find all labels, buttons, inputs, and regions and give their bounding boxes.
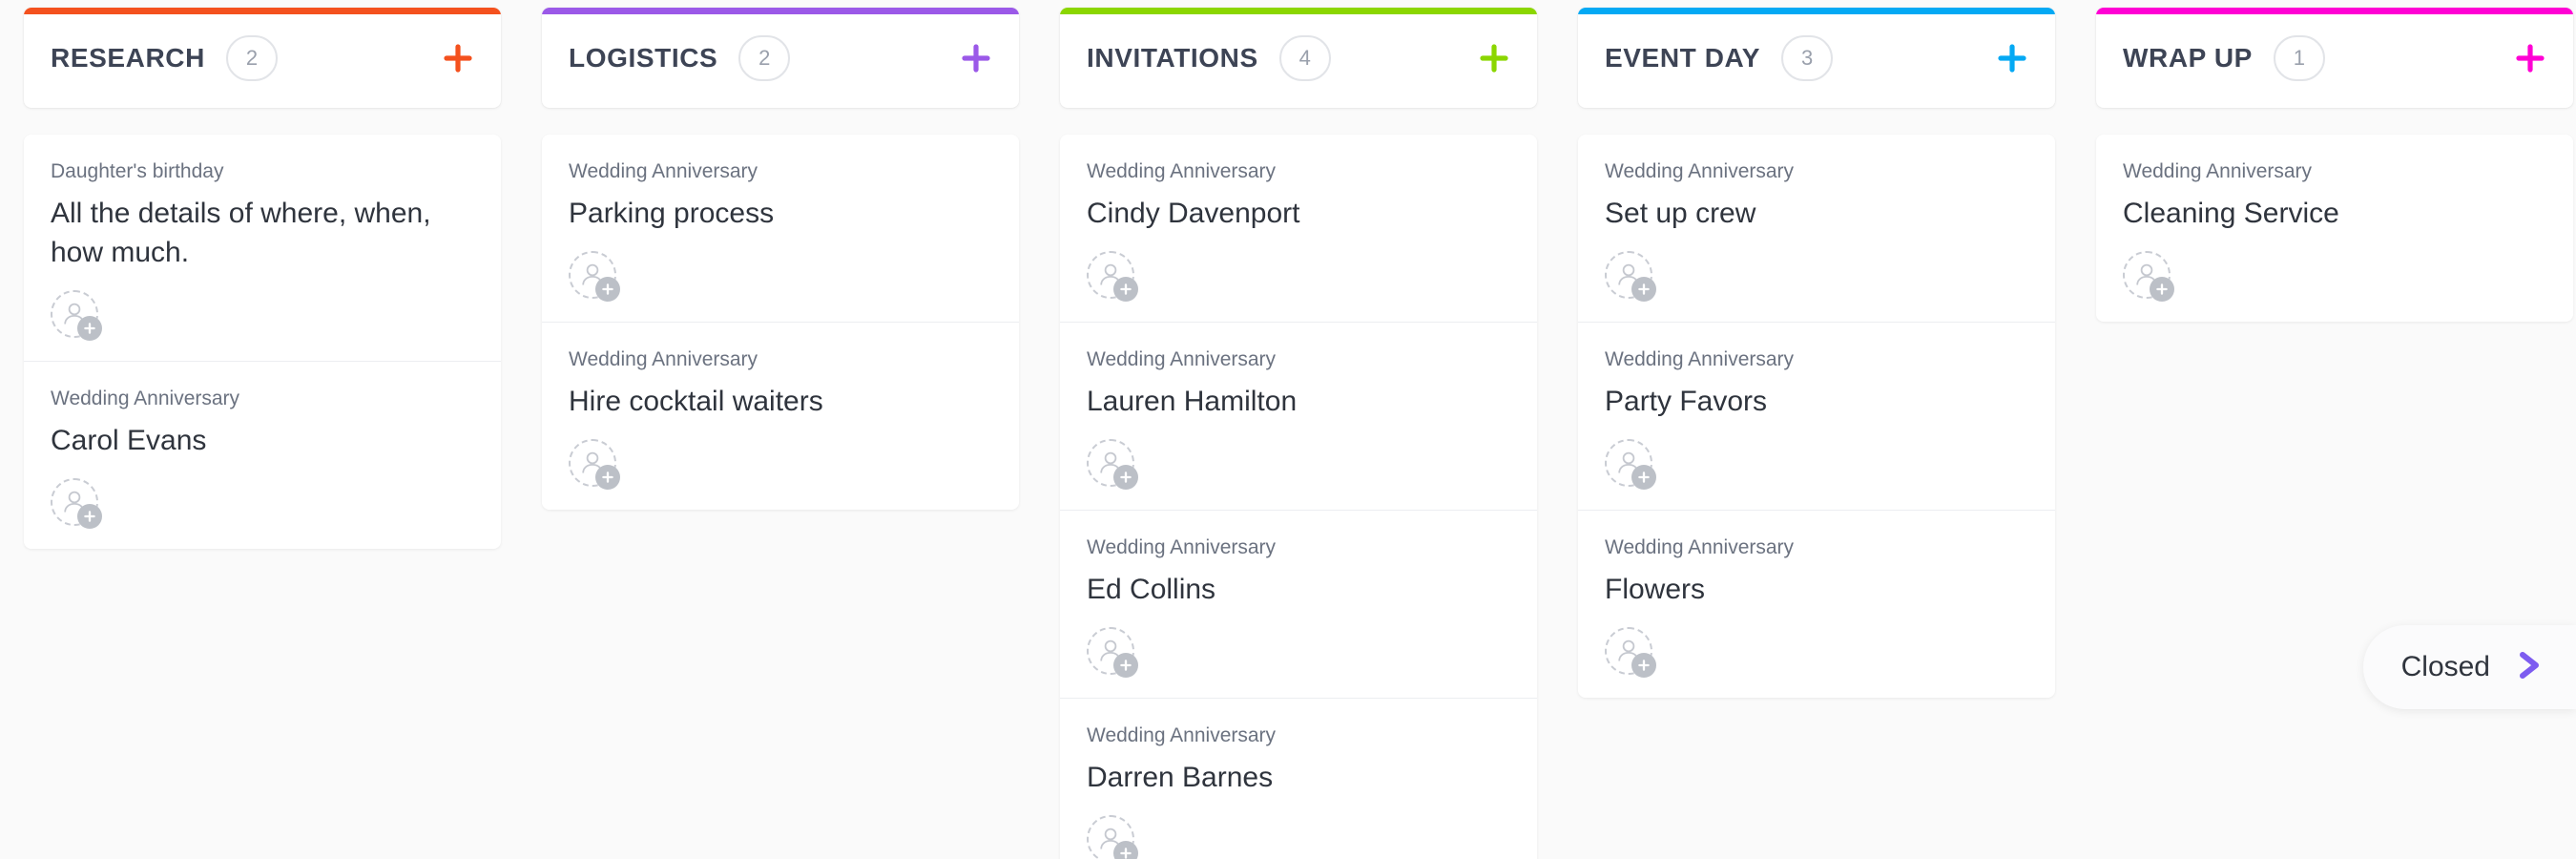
card-title: Cindy Davenport <box>1087 198 1300 230</box>
card-title: Lauren Hamilton <box>1087 386 1298 418</box>
card-title: All the details of where, when, how much… <box>51 198 431 269</box>
card-project-label: Wedding Anniversary <box>569 348 758 371</box>
card-title: Hire cocktail waiters <box>569 386 823 418</box>
closed-panel-toggle[interactable]: Closed <box>2362 625 2576 709</box>
column-accent-bar <box>2096 8 2573 14</box>
avatar-plus-badge[interactable] <box>1631 277 1656 303</box>
column-header: INVITATIONS 4 <box>1060 8 1537 108</box>
kanban-column: EVENT DAY 3 Wedding Anniversary Set up c… <box>1578 8 2055 699</box>
add-card-button[interactable] <box>1478 42 1510 74</box>
card-project-label: Wedding Anniversary <box>51 387 240 409</box>
column-card-count: 3 <box>1781 34 1834 81</box>
kanban-column: INVITATIONS 4 Wedding Anniversary Cindy … <box>1060 8 1537 859</box>
card-project-label: Wedding Anniversary <box>1087 724 1277 747</box>
avatar-plus-badge[interactable] <box>595 277 620 303</box>
card-stack: Wedding Anniversary Cindy Davenport Wedd… <box>1060 135 1537 859</box>
add-assignee-icon[interactable] <box>51 289 102 341</box>
column-title: LOGISTICS <box>569 42 718 73</box>
kanban-card[interactable]: Wedding Anniversary Lauren Hamilton <box>1060 323 1537 512</box>
add-assignee-icon[interactable] <box>1605 251 1656 303</box>
column-accent-bar <box>24 8 501 14</box>
column-header: WRAP UP 1 <box>2096 8 2573 108</box>
card-title: Ed Collins <box>1087 574 1216 606</box>
kanban-card[interactable]: Daughter's birthday All the details of w… <box>24 135 501 362</box>
card-project-label: Wedding Anniversary <box>1087 348 1277 371</box>
column-card-count: 2 <box>738 34 791 81</box>
card-project-label: Wedding Anniversary <box>1087 536 1277 559</box>
add-assignee-icon[interactable] <box>1605 439 1656 491</box>
add-card-button[interactable] <box>960 42 992 74</box>
avatar-plus-badge[interactable] <box>77 503 102 529</box>
avatar-plus-badge[interactable] <box>1113 841 1138 859</box>
add-card-button[interactable] <box>442 42 474 74</box>
add-assignee-icon[interactable] <box>1605 627 1656 679</box>
column-card-count: 1 <box>2273 34 2325 81</box>
card-stack: Daughter's birthday All the details of w… <box>24 135 501 549</box>
column-card-count: 4 <box>1278 34 1331 81</box>
add-assignee-icon[interactable] <box>569 251 620 303</box>
add-assignee-icon[interactable] <box>1087 815 1138 859</box>
kanban-column: RESEARCH 2 Daughter's birthday All the d… <box>24 8 501 549</box>
kanban-column: WRAP UP 1 Wedding Anniversary Cleaning S… <box>2096 8 2573 323</box>
card-stack: Wedding Anniversary Cleaning Service <box>2096 135 2573 323</box>
closed-panel-label: Closed <box>2400 651 2490 682</box>
kanban-card[interactable]: Wedding Anniversary Set up crew <box>1578 135 2055 324</box>
kanban-card[interactable]: Wedding Anniversary Flowers <box>1578 511 2055 699</box>
card-project-label: Wedding Anniversary <box>569 160 758 182</box>
add-assignee-icon[interactable] <box>2123 251 2174 303</box>
avatar-plus-badge[interactable] <box>1631 465 1656 491</box>
column-title: RESEARCH <box>51 42 205 73</box>
column-accent-bar <box>542 8 1019 14</box>
column-header: RESEARCH 2 <box>24 8 501 108</box>
kanban-card[interactable]: Wedding Anniversary Hire cocktail waiter… <box>542 323 1019 511</box>
kanban-card[interactable]: Wedding Anniversary Party Favors <box>1578 323 2055 512</box>
kanban-card[interactable]: Wedding Anniversary Parking process <box>542 135 1019 324</box>
column-title: EVENT DAY <box>1605 42 1761 73</box>
card-title: Set up crew <box>1605 198 1756 230</box>
card-title: Carol Evans <box>51 425 207 457</box>
card-project-label: Wedding Anniversary <box>1605 160 1795 182</box>
kanban-column: LOGISTICS 2 Wedding Anniversary Parking … <box>542 8 1019 511</box>
avatar-plus-badge[interactable] <box>77 315 102 341</box>
column-accent-bar <box>1060 8 1537 14</box>
kanban-card[interactable]: Wedding Anniversary Cleaning Service <box>2096 135 2573 323</box>
card-title: Darren Barnes <box>1087 762 1274 794</box>
kanban-card[interactable]: Wedding Anniversary Cindy Davenport <box>1060 135 1537 324</box>
add-card-button[interactable] <box>1996 42 2028 74</box>
avatar-plus-badge[interactable] <box>1113 653 1138 679</box>
avatar-plus-badge[interactable] <box>1631 653 1656 679</box>
column-accent-bar <box>1578 8 2055 14</box>
card-title: Flowers <box>1605 574 1706 606</box>
kanban-card[interactable]: Wedding Anniversary Darren Barnes <box>1060 699 1537 859</box>
kanban-card[interactable]: Wedding Anniversary Ed Collins <box>1060 511 1537 700</box>
column-header: LOGISTICS 2 <box>542 8 1019 108</box>
column-title: WRAP UP <box>2123 42 2253 73</box>
column-header: EVENT DAY 3 <box>1578 8 2055 108</box>
add-card-button[interactable] <box>2514 42 2546 74</box>
kanban-card[interactable]: Wedding Anniversary Carol Evans <box>24 361 501 549</box>
kanban-board: RESEARCH 2 Daughter's birthday All the d… <box>0 0 2576 859</box>
add-assignee-icon[interactable] <box>569 439 620 491</box>
avatar-plus-badge[interactable] <box>1113 465 1138 491</box>
card-project-label: Wedding Anniversary <box>1087 160 1277 182</box>
card-title: Cleaning Service <box>2123 198 2339 230</box>
card-project-label: Daughter's birthday <box>51 160 224 182</box>
chevron-right-icon <box>2515 649 2544 686</box>
column-title: INVITATIONS <box>1087 42 1258 73</box>
add-assignee-icon[interactable] <box>51 477 102 529</box>
card-project-label: Wedding Anniversary <box>2123 160 2313 182</box>
add-assignee-icon[interactable] <box>1087 627 1138 679</box>
card-stack: Wedding Anniversary Parking process Wedd… <box>542 135 1019 511</box>
column-card-count: 2 <box>225 34 278 81</box>
card-project-label: Wedding Anniversary <box>1605 536 1795 559</box>
avatar-plus-badge[interactable] <box>595 465 620 491</box>
avatar-plus-badge[interactable] <box>2150 277 2174 303</box>
add-assignee-icon[interactable] <box>1087 439 1138 491</box>
card-project-label: Wedding Anniversary <box>1605 348 1795 371</box>
add-assignee-icon[interactable] <box>1087 251 1138 303</box>
card-stack: Wedding Anniversary Set up crew Wedding … <box>1578 135 2055 699</box>
card-title: Parking process <box>569 198 775 230</box>
card-title: Party Favors <box>1605 386 1768 418</box>
avatar-plus-badge[interactable] <box>1113 277 1138 303</box>
